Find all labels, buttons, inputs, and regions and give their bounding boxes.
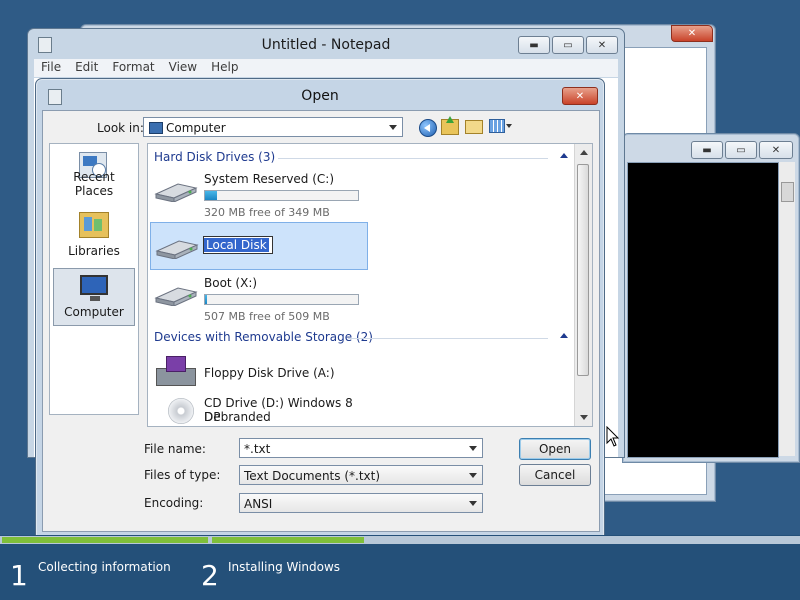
step-2-number: 2	[201, 559, 219, 592]
drive-space-bar	[204, 294, 359, 305]
up-folder-icon[interactable]	[441, 116, 459, 135]
file-name-label: File name:	[144, 442, 206, 456]
menu-edit[interactable]: Edit	[68, 59, 105, 77]
hard-drive-icon	[154, 287, 198, 306]
chevron-down-icon	[469, 473, 477, 478]
scroll-down-arrow-icon[interactable]	[580, 415, 588, 420]
dialog-title: Open	[301, 88, 339, 104]
mouse-cursor-icon	[606, 426, 620, 447]
place-label: Computer	[64, 305, 124, 319]
view-menu-icon[interactable]	[489, 119, 513, 133]
place-recent-places[interactable]: Recent Places	[53, 148, 135, 204]
notepad-minimize-button[interactable]: ▬	[518, 36, 550, 54]
file-list-scrollbar[interactable]	[574, 144, 592, 426]
file-type-value: Text Documents (*.txt)	[244, 469, 381, 483]
setup-progress	[0, 536, 800, 544]
place-label: Recent Places	[73, 170, 115, 198]
collapse-chevron-icon[interactable]	[560, 153, 568, 158]
console-close-button[interactable]: ✕	[759, 141, 793, 159]
drive-space-bar	[204, 190, 359, 201]
group-header-removable[interactable]: Devices with Removable Storage (2)	[154, 330, 373, 344]
floppy-icon	[156, 356, 196, 386]
drive-name: Boot (X:)	[204, 276, 258, 290]
setup-progress-bar: 1 Collecting information 2 Installing Wi…	[0, 535, 800, 600]
chevron-down-icon	[389, 125, 397, 130]
libraries-icon	[79, 212, 109, 238]
encoding-label: Encoding:	[144, 496, 204, 510]
cd-drive-icon	[168, 398, 194, 424]
rename-textbox[interactable]: Local Disk	[203, 236, 273, 254]
place-libraries[interactable]: Libraries	[53, 208, 135, 264]
scroll-thumb[interactable]	[577, 164, 589, 376]
progress-segment-2	[212, 537, 364, 543]
console-screen	[627, 162, 779, 458]
file-list[interactable]: Hard Disk Drives (3) System Reserved (C:…	[147, 143, 593, 427]
rename-selected-text: Local Disk	[204, 238, 269, 252]
group-divider	[348, 338, 548, 339]
new-folder-icon[interactable]	[465, 120, 483, 134]
menu-file[interactable]: File	[34, 59, 68, 77]
look-in-value: Computer	[166, 121, 226, 135]
notepad-close-button[interactable]: ✕	[586, 36, 618, 54]
dialog-close-button[interactable]: ✕	[562, 87, 598, 105]
file-name-value: *.txt	[244, 442, 271, 456]
group-divider	[278, 158, 548, 159]
drive-cd[interactable]: CD Drive (D:) Windows 8 DP Debranded	[150, 396, 368, 426]
drive-free-space: 320 MB free of 349 MB	[204, 206, 330, 219]
menu-format[interactable]: Format	[105, 59, 161, 77]
console-scrollbar[interactable]	[779, 162, 795, 456]
drive-free-space: 507 MB free of 509 MB	[204, 310, 330, 323]
place-computer[interactable]: Computer	[53, 268, 135, 326]
hard-drive-icon	[155, 240, 199, 259]
cancel-button[interactable]: Cancel	[519, 464, 591, 486]
menu-help[interactable]: Help	[204, 59, 245, 77]
file-type-select[interactable]: Text Documents (*.txt)	[239, 465, 483, 485]
console-window: ▬ ▭ ✕	[622, 133, 800, 463]
back-icon[interactable]	[419, 119, 437, 137]
background-window-close-button[interactable]: ✕	[671, 25, 713, 42]
step-2-label: Installing Windows	[228, 560, 341, 574]
file-type-label: Files of type:	[144, 468, 221, 482]
computer-small-icon	[149, 122, 163, 134]
drive-local-disk[interactable]: Local Disk	[150, 222, 368, 270]
hard-drive-icon	[154, 183, 198, 202]
drive-boot[interactable]: Boot (X:) 507 MB free of 509 MB	[150, 270, 368, 323]
chevron-down-icon	[469, 446, 477, 451]
look-in-combo[interactable]: Computer	[143, 117, 403, 137]
console-maximize-button[interactable]: ▭	[725, 141, 757, 159]
console-scroll-thumb[interactable]	[781, 182, 794, 202]
notepad-maximize-button[interactable]: ▭	[552, 36, 584, 54]
notepad-menubar: File Edit Format View Help	[34, 59, 618, 77]
step-1-number: 1	[10, 559, 28, 592]
computer-icon	[80, 275, 108, 301]
encoding-select[interactable]: ANSI	[239, 493, 483, 513]
scroll-up-arrow-icon[interactable]	[580, 150, 588, 155]
device-name: Floppy Disk Drive (A:)	[204, 366, 335, 380]
places-bar: Recent Places Libraries Computer	[49, 143, 139, 415]
place-label: Libraries	[68, 244, 120, 258]
open-button[interactable]: Open	[519, 438, 591, 460]
look-in-label: Look in:	[97, 121, 144, 135]
drive-system-reserved[interactable]: System Reserved (C:) 320 MB free of 349 …	[150, 166, 368, 219]
open-dialog: Open ✕ Look in: Computer Recent Places L…	[35, 78, 605, 537]
chevron-down-icon	[469, 501, 477, 506]
device-name-line2: Debranded	[204, 410, 271, 424]
dialog-client: Look in: Computer Recent Places Librarie…	[42, 110, 600, 532]
file-name-combo[interactable]: *.txt	[239, 438, 483, 458]
menu-view[interactable]: View	[162, 59, 204, 77]
step-1-label: Collecting information	[38, 560, 171, 574]
group-header-hdd[interactable]: Hard Disk Drives (3)	[154, 150, 275, 164]
drive-floppy[interactable]: Floppy Disk Drive (A:)	[150, 348, 368, 394]
encoding-value: ANSI	[244, 497, 273, 511]
collapse-chevron-icon[interactable]	[560, 333, 568, 338]
console-minimize-button[interactable]: ▬	[691, 141, 723, 159]
progress-segment-1	[2, 537, 208, 543]
drive-name: System Reserved (C:)	[204, 172, 335, 186]
